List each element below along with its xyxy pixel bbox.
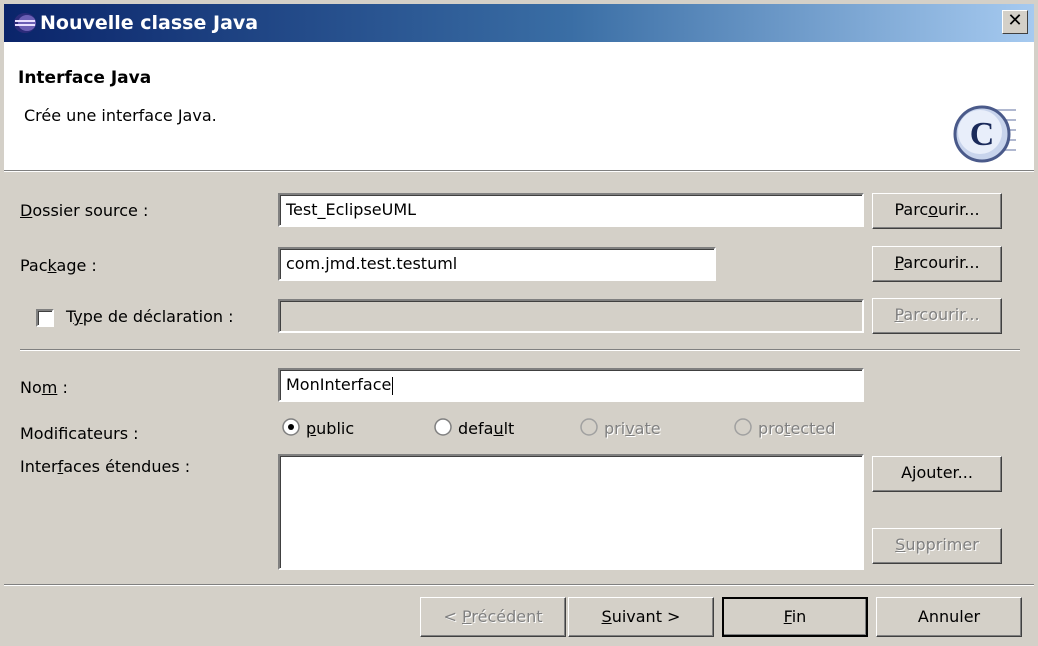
remove-interface-button: Supprimer — [872, 528, 1002, 564]
browse-enclosing-type-button: Parcourir... — [872, 298, 1002, 334]
next-button[interactable]: Suivant > — [568, 597, 714, 637]
modifiers-label: Modificateurs : — [20, 424, 139, 443]
radio-protected — [734, 418, 752, 436]
svg-text:C: C — [970, 116, 995, 153]
text-cursor — [392, 376, 394, 395]
name-label: Nom : — [20, 378, 68, 397]
cancel-button[interactable]: Annuler — [876, 597, 1022, 637]
enclosing-type-input — [278, 299, 864, 333]
extended-interfaces-label: Interfaces étendues : — [20, 457, 191, 476]
finish-button[interactable]: Fin — [722, 597, 868, 637]
radio-protected-label: protected — [758, 419, 836, 438]
title-bar[interactable]: Nouvelle classe Java ✕ — [4, 4, 1034, 42]
close-button[interactable]: ✕ — [1002, 10, 1028, 34]
package-label: Package : — [20, 256, 97, 275]
page-description: Crée une interface Java. — [24, 106, 217, 125]
page-title: Interface Java — [18, 68, 152, 88]
radio-public[interactable] — [282, 418, 300, 436]
dialog-window: Nouvelle classe Java ✕ Interface Java Cr… — [0, 0, 1038, 646]
eclipse-app-icon — [14, 13, 36, 33]
radio-private — [580, 418, 598, 436]
header-banner: Interface Java Crée une interface Java. … — [4, 42, 1034, 171]
new-class-wizard-icon: C — [953, 105, 1016, 163]
package-input[interactable]: com.jmd.test.testuml — [278, 247, 716, 281]
extended-interfaces-list[interactable] — [278, 454, 864, 570]
name-input[interactable]: MonInterface — [278, 368, 864, 402]
enclosing-type-checkbox[interactable] — [36, 309, 54, 327]
enclosing-type-label: Type de déclaration : — [66, 307, 234, 326]
radio-default-label: default — [458, 419, 515, 438]
source-folder-input[interactable]: Test_EclipseUML — [278, 193, 864, 227]
close-icon: ✕ — [1007, 10, 1023, 31]
back-button: < Précédent — [420, 597, 566, 637]
browse-source-folder-button[interactable]: Parcourir... — [872, 193, 1002, 229]
add-interface-button[interactable]: Ajouter... — [872, 456, 1002, 492]
radio-default[interactable] — [434, 418, 452, 436]
source-folder-label: Dossier source : — [20, 201, 149, 220]
section-separator — [20, 349, 1020, 351]
browse-package-button[interactable]: Parcourir... — [872, 246, 1002, 282]
window-title: Nouvelle classe Java — [40, 12, 259, 34]
radio-private-label: private — [604, 419, 661, 438]
radio-public-label: public — [306, 419, 355, 438]
footer-separator — [4, 584, 1034, 586]
